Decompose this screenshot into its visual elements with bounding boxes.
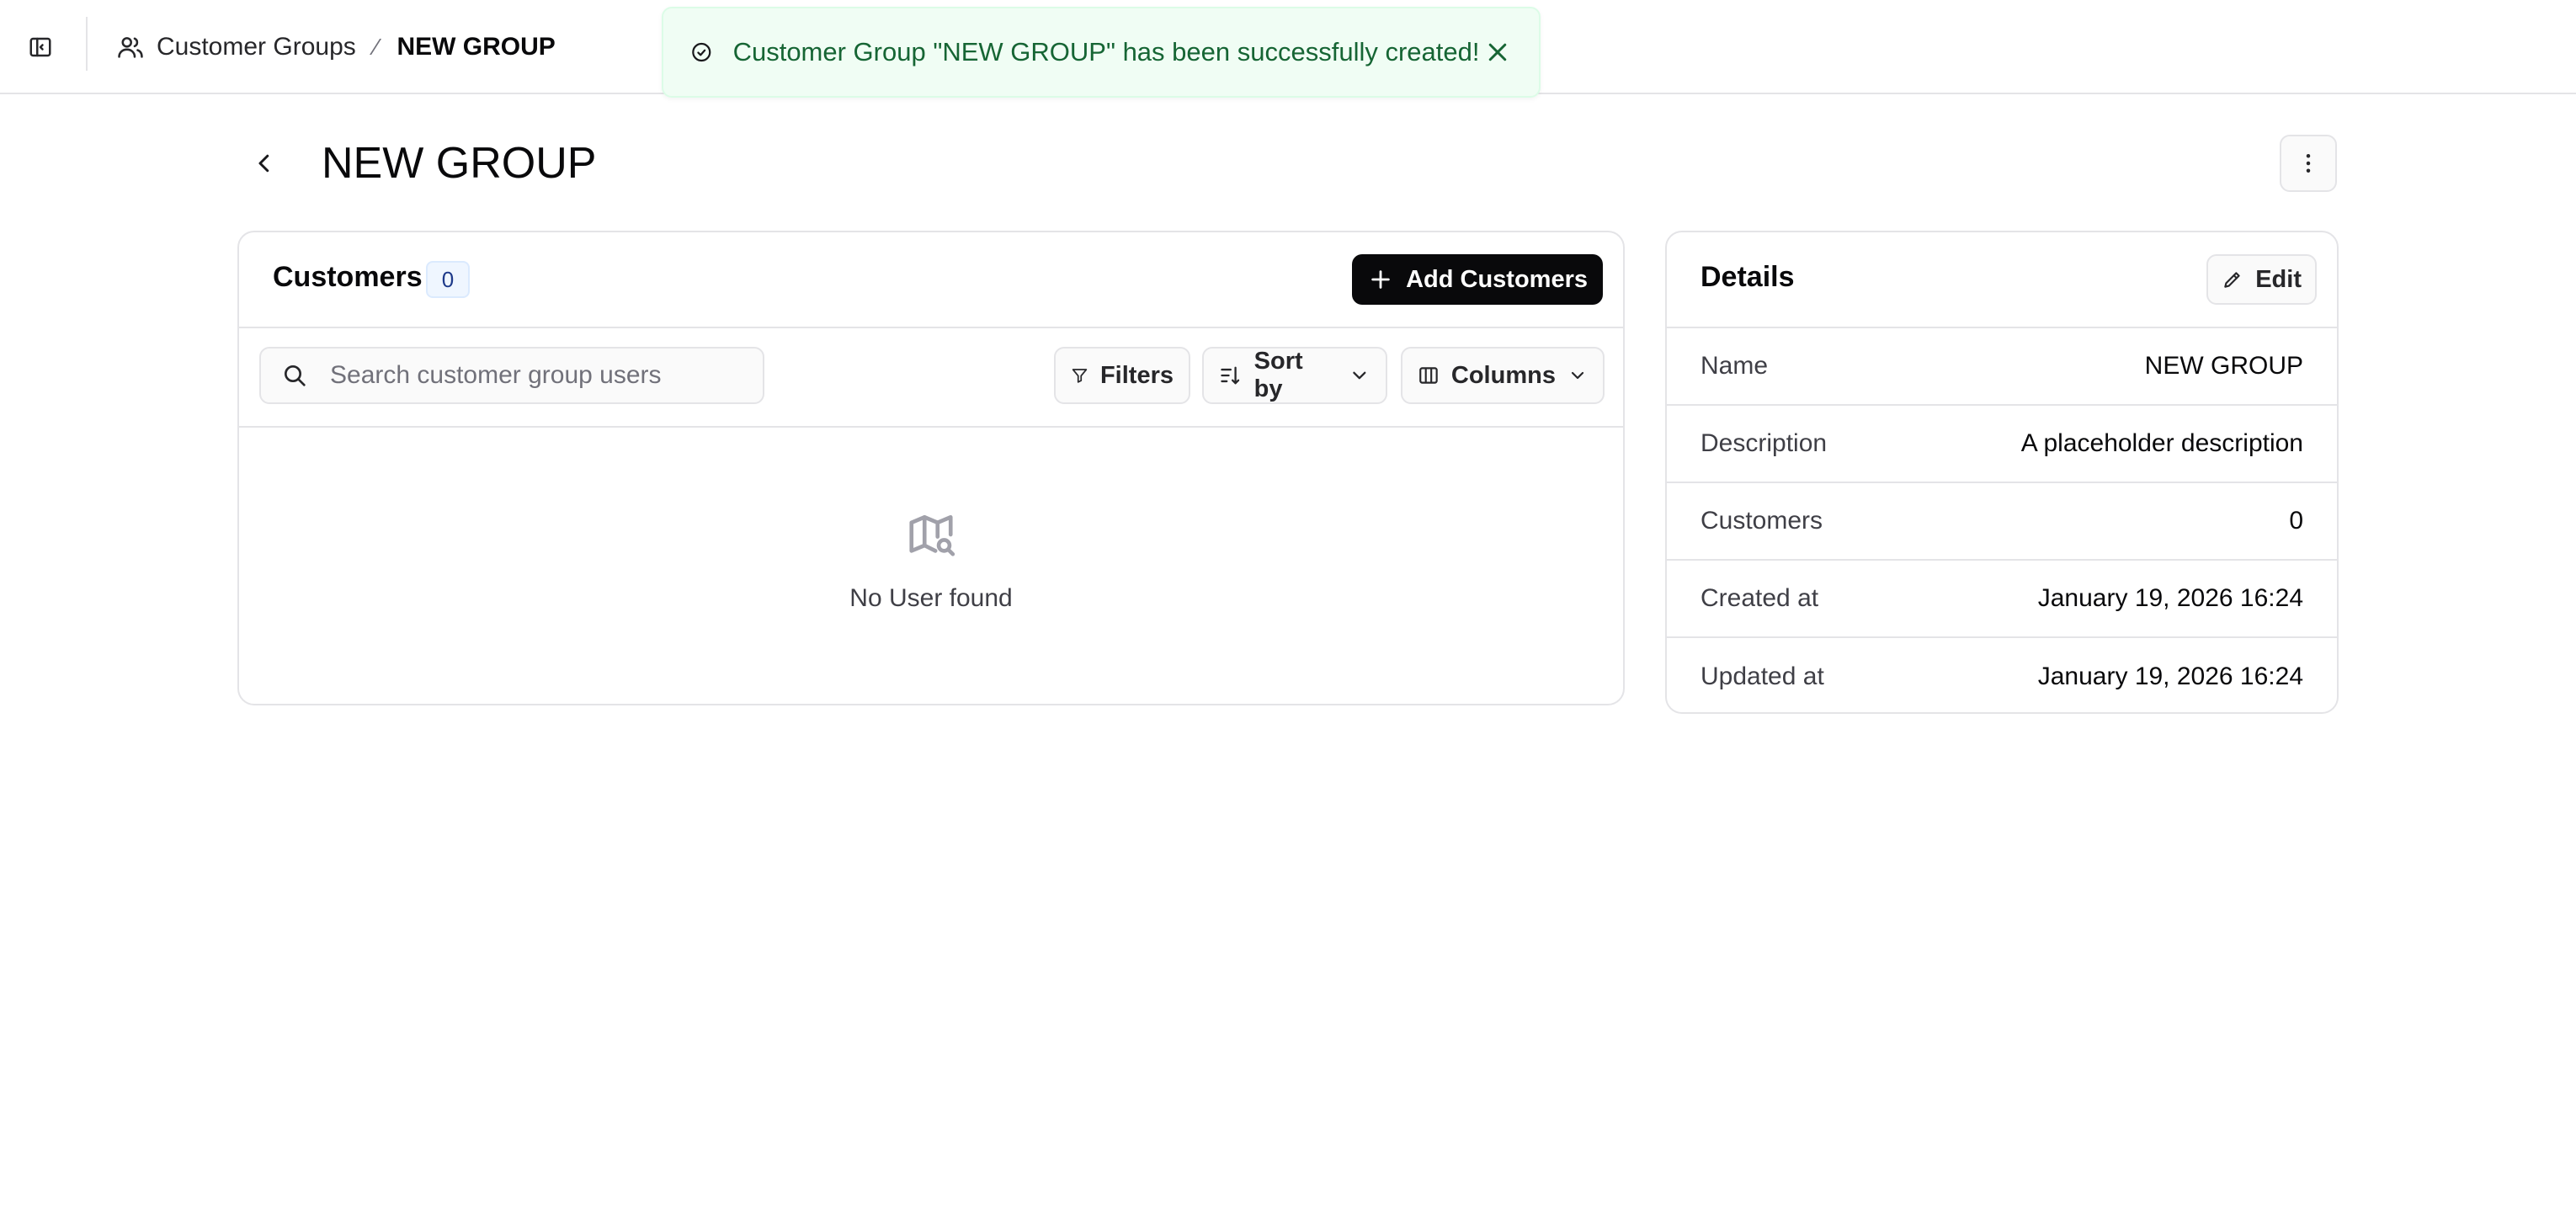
close-icon bbox=[1488, 43, 1506, 61]
customers-card-header: Customers 0 Add Customers bbox=[239, 232, 1623, 328]
sort-by-button[interactable]: Sort by bbox=[1202, 347, 1387, 404]
customers-card: Customers 0 Add Customers Filters S bbox=[237, 231, 1625, 705]
add-customers-label: Add Customers bbox=[1406, 265, 1588, 293]
breadcrumb-current: NEW GROUP bbox=[397, 33, 556, 61]
sidebar-panel-icon bbox=[29, 37, 51, 57]
toast-close-button[interactable] bbox=[1479, 32, 1515, 72]
search-field[interactable] bbox=[259, 347, 764, 404]
columns-label: Columns bbox=[1450, 361, 1556, 389]
columns-button[interactable]: Columns bbox=[1401, 347, 1605, 404]
sort-icon bbox=[1221, 366, 1240, 385]
sort-by-label: Sort by bbox=[1253, 348, 1303, 402]
detail-value: 0 bbox=[2289, 507, 2303, 535]
search-icon bbox=[285, 365, 306, 386]
edit-label: Edit bbox=[2255, 265, 2302, 293]
more-vertical-icon bbox=[2306, 154, 2311, 173]
detail-label: Created at bbox=[1700, 584, 1819, 612]
detail-value: A placeholder description bbox=[2020, 429, 2303, 457]
edit-button[interactable]: Edit bbox=[2206, 254, 2317, 305]
breadcrumb-customer-groups[interactable]: Customer Groups bbox=[116, 33, 356, 61]
detail-label: Customers bbox=[1700, 507, 1823, 535]
chevron-down-icon bbox=[1571, 371, 1584, 380]
chevron-left-icon bbox=[258, 154, 269, 173]
check-circle-icon bbox=[692, 42, 711, 62]
sidebar-toggle-button[interactable] bbox=[22, 30, 59, 64]
columns-icon bbox=[1419, 367, 1438, 384]
back-button[interactable] bbox=[244, 143, 285, 184]
toast-message: Customer Group "NEW GROUP" has been succ… bbox=[732, 37, 1480, 67]
map-search-icon bbox=[909, 515, 955, 556]
customers-title: Customers bbox=[273, 261, 423, 293]
search-input[interactable] bbox=[328, 360, 753, 391]
detail-row-customers: Customers 0 bbox=[1667, 483, 2337, 561]
filter-icon bbox=[1072, 369, 1088, 383]
topbar-divider bbox=[86, 17, 88, 71]
detail-label: Updated at bbox=[1700, 663, 1824, 690]
details-card-header: Details Edit bbox=[1667, 232, 2337, 328]
customers-toolbar: Filters Sort by Columns bbox=[239, 327, 1623, 428]
success-toast: Customer Group "NEW GROUP" has been succ… bbox=[662, 7, 1541, 98]
detail-row-description: Description A placeholder description bbox=[1667, 406, 2337, 483]
detail-value: January 19, 2026 16:24 bbox=[2037, 584, 2303, 612]
customers-count-badge: 0 bbox=[426, 261, 470, 298]
breadcrumb-separator: ⁄ bbox=[374, 34, 379, 60]
empty-state: No User found bbox=[239, 426, 1623, 704]
users-icon bbox=[118, 37, 143, 58]
plus-icon bbox=[1371, 270, 1390, 289]
chevron-down-icon bbox=[1353, 371, 1366, 380]
detail-value: January 19, 2026 16:24 bbox=[2037, 663, 2303, 690]
detail-label: Name bbox=[1700, 352, 1769, 380]
empty-state-text: No User found bbox=[849, 584, 1013, 612]
filters-button[interactable]: Filters bbox=[1054, 347, 1190, 404]
detail-label: Description bbox=[1700, 429, 1828, 457]
pencil-icon bbox=[2224, 272, 2240, 288]
add-customers-button[interactable]: Add Customers bbox=[1352, 254, 1603, 305]
detail-row-created-at: Created at January 19, 2026 16:24 bbox=[1667, 561, 2337, 638]
more-actions-button[interactable] bbox=[2280, 135, 2337, 192]
filters-label: Filters bbox=[1099, 361, 1174, 389]
page-title: NEW GROUP bbox=[322, 139, 597, 188]
breadcrumb: Customer Groups ⁄ NEW GROUP bbox=[116, 27, 556, 67]
detail-value: NEW GROUP bbox=[2144, 352, 2303, 380]
breadcrumb-section-label: Customer Groups bbox=[157, 33, 356, 61]
detail-row-name: Name NEW GROUP bbox=[1667, 328, 2337, 406]
detail-row-updated-at: Updated at January 19, 2026 16:24 bbox=[1667, 638, 2337, 716]
details-card: Details Edit Name NEW GROUP Description … bbox=[1665, 231, 2339, 714]
details-title: Details bbox=[1700, 261, 1795, 293]
